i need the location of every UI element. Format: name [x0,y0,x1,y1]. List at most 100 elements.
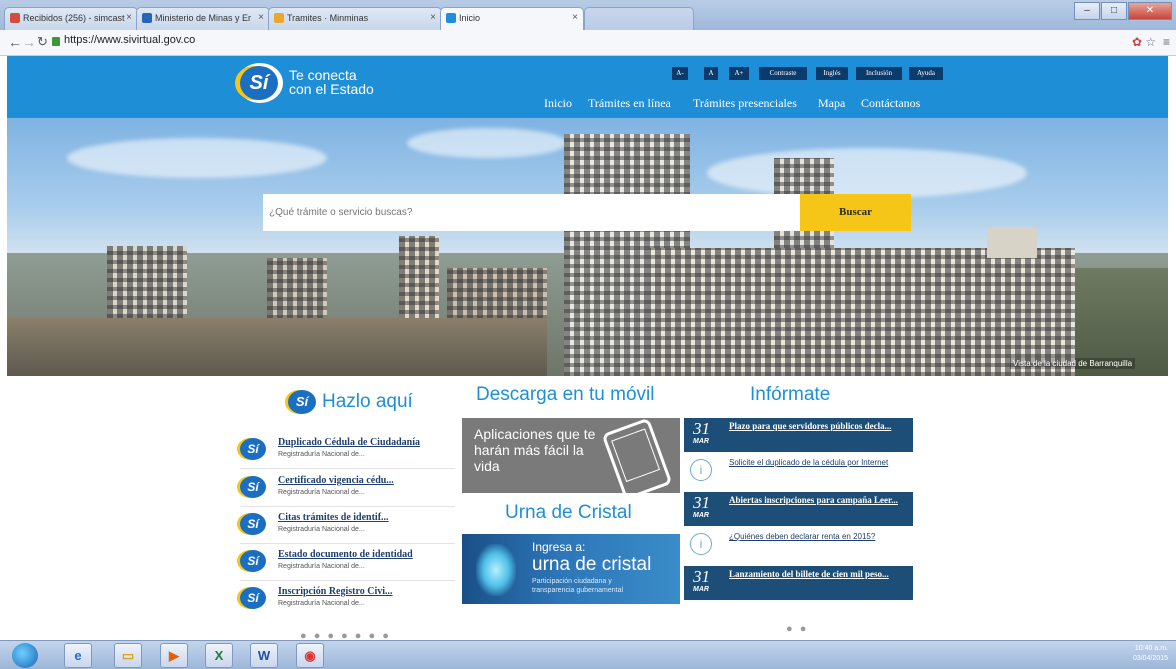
close-tab-icon[interactable]: × [430,12,436,23]
address-bar: ← → ↻ https://www.sivirtual.gov.co ✿ ☆ ≡ [0,30,1176,56]
divider [240,506,455,507]
large-building [645,248,1075,376]
close-window-icon[interactable]: ✕ [1128,2,1172,20]
glass-urn-icon [476,544,516,596]
news-link[interactable]: Lanzamiento del billete de cien mil peso… [729,569,909,580]
procedure-entity: Registraduría Nacional de... [278,600,365,607]
urna-line-3: Participación ciudadana y transparencia … [532,578,624,594]
hazlo-aqui-title: Hazlo aquí [322,391,413,412]
media-player-icon[interactable]: ▶ [160,643,188,668]
news-month: MAR [693,586,709,593]
divider [240,543,455,544]
si-logo[interactable]: Sí [240,66,278,100]
clock-time: 10:40 a.m. [1134,645,1168,652]
inclusion-button[interactable]: Inclusión [856,67,902,80]
help-button[interactable]: Ayuda [909,67,943,80]
news-item[interactable]: 31 MAR Abiertas inscripciones para campa… [684,492,913,526]
procedure-link[interactable]: Inscripción Registro Civi... [278,586,393,597]
news-link[interactable]: Plazo para que servidores públicos decla… [729,421,909,432]
news-item[interactable]: 31 MAR Plazo para que servidores público… [684,418,913,452]
list-item[interactable]: Sí Certificado vigencia cédu... Registra… [240,474,455,510]
si-icon: Sí [240,587,266,609]
urna-de-cristal-banner[interactable]: Ingresa a: urna de cristal Participación… [462,534,680,604]
nav-tramites-presenciales[interactable]: Trámites presenciales [693,96,797,111]
excel-icon[interactable]: X [205,643,233,668]
hero-caption: Vista de la ciudad de Barranquilla [1010,358,1136,369]
hero-city-image [7,118,1168,376]
procedure-link[interactable]: Duplicado Cédula de Ciudadanía [278,437,420,448]
apps-banner-text: Aplicaciones que te harán más fácil la v… [474,426,596,474]
browser-tab-active[interactable]: Inicio × [440,7,584,31]
windows-taskbar: e ▭ ▶ X W ◉ 10:40 a.m. 03/04/2015 [0,640,1176,669]
si-icon: Sí [240,550,266,572]
font-reset-button[interactable]: A [704,67,718,80]
browser-tab[interactable]: Ministerio de Minas y Er × [136,7,270,30]
font-decrease-button[interactable]: A- [672,67,688,80]
nav-contactanos[interactable]: Contáctanos [861,96,920,111]
font-increase-button[interactable]: A+ [729,67,749,80]
cloud [707,148,1027,198]
browser-tab[interactable]: Tramites · Minminas × [268,7,442,30]
news-month: MAR [693,438,709,445]
building [987,228,1037,258]
news-link[interactable]: Abiertas inscripciones para campaña Leer… [729,495,909,506]
start-orb-icon[interactable] [12,643,38,668]
chrome-icon[interactable]: ◉ [296,643,324,668]
procedure-link[interactable]: Estado documento de identidad [278,549,413,560]
list-item[interactable]: Sí Estado documento de identidad Registr… [240,548,455,584]
site-tagline: Te conecta con el Estado [289,68,374,96]
close-tab-icon[interactable]: × [126,12,132,23]
site-favicon-icon [274,13,284,23]
news-link[interactable]: Solicite el duplicado de la cédula por I… [729,458,909,467]
info-icon: i [690,459,712,481]
nav-mapa[interactable]: Mapa [818,96,845,111]
search-input[interactable] [263,194,800,231]
procedure-link[interactable]: Certificado vigencia cédu... [278,475,394,486]
gmail-icon [10,13,20,23]
procedure-entity: Registraduría Nacional de... [278,526,365,533]
cloud [67,138,327,178]
internet-explorer-icon[interactable]: e [64,643,92,668]
urna-line-2: urna de cristal [532,554,652,575]
bookmark-star-icon[interactable]: ☆ [1145,35,1156,49]
extension-icon[interactable]: ✿ [1132,35,1142,49]
lock-icon [52,37,60,46]
news-item[interactable]: i Solicite el duplicado de la cédula por… [684,454,913,488]
descarga-movil-title: Descarga en tu móvil [476,384,655,405]
procedure-entity: Registraduría Nacional de... [278,489,365,496]
english-button[interactable]: Inglés [816,67,848,80]
apps-banner[interactable]: Aplicaciones que te harán más fácil la v… [462,418,680,493]
news-item[interactable]: i ¿Quiénes deben declarar renta en 2015? [684,528,913,562]
nav-inicio[interactable]: Inicio [544,96,572,111]
search-button[interactable]: Buscar [800,194,911,231]
news-link[interactable]: ¿Quiénes deben declarar renta en 2015? [729,532,909,541]
list-item[interactable]: Sí Duplicado Cédula de Ciudadanía Regist… [240,436,455,472]
tagline-line-2: con el Estado [289,81,374,97]
procedure-link[interactable]: Citas trámites de identif... [278,512,389,523]
si-logo-small: Sí [288,390,316,414]
reload-icon[interactable]: ↻ [37,34,48,50]
site-header: Sí Te conecta con el Estado A- A A+ Cont… [7,56,1168,118]
news-month: MAR [693,512,709,519]
file-explorer-icon[interactable]: ▭ [114,643,142,668]
word-icon[interactable]: W [250,643,278,668]
carousel-dots[interactable]: ● ● [786,623,808,635]
contrast-button[interactable]: Contraste [759,67,807,80]
site-favicon-icon [142,13,152,23]
back-arrow-icon[interactable]: ← [8,34,22,50]
close-tab-icon[interactable]: × [572,12,578,23]
news-item[interactable]: 31 MAR Lanzamiento del billete de cien m… [684,566,913,600]
nav-tramites-en-linea[interactable]: Trámites en línea [588,96,671,111]
menu-icon[interactable]: ≡ [1163,35,1170,49]
maximize-icon[interactable]: □ [1101,2,1127,20]
divider [240,468,455,469]
minimize-icon[interactable]: – [1074,2,1100,20]
list-item[interactable]: Sí Inscripción Registro Civi... Registra… [240,585,455,621]
new-tab-button[interactable] [584,7,694,30]
forward-arrow-icon[interactable]: → [22,34,36,50]
close-tab-icon[interactable]: × [258,12,264,23]
system-clock[interactable]: 10:40 a.m. 03/04/2015 [1133,644,1168,664]
browser-tab[interactable]: Recibidos (256) - simcast × [4,7,138,30]
list-item[interactable]: Sí Citas trámites de identif... Registra… [240,511,455,547]
url-field[interactable]: https://www.sivirtual.gov.co [64,34,195,46]
